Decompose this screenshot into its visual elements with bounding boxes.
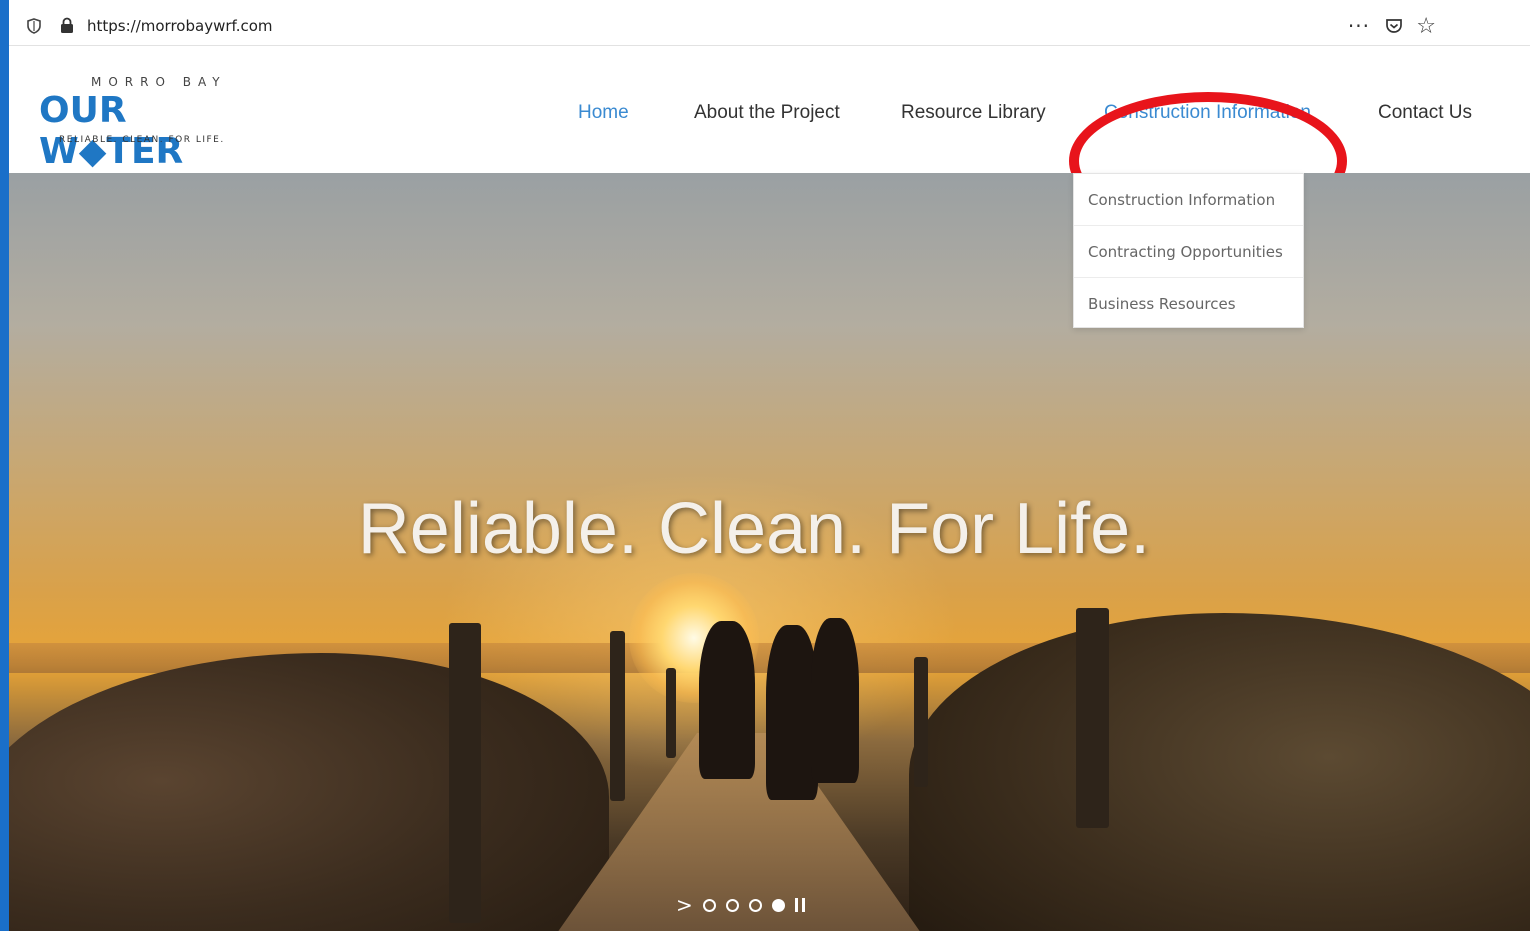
fence-post bbox=[1076, 608, 1109, 828]
nav-construction-information[interactable]: Construction Information bbox=[1104, 102, 1311, 124]
browser-window: https://morrobaywrf.com ··· ☆ MORRO BAY … bbox=[9, 0, 1530, 931]
dropdown-item-contracting-opportunities[interactable]: Contracting Opportunities bbox=[1074, 226, 1303, 278]
site-header: MORRO BAY OUR W◆TER RELIABLE. CLEAN. FOR… bbox=[9, 47, 1530, 230]
nav-about-the-project[interactable]: About the Project bbox=[694, 102, 840, 124]
fence-post bbox=[610, 631, 625, 801]
shield-icon[interactable] bbox=[27, 18, 41, 34]
bookmark-star-icon[interactable]: ☆ bbox=[1416, 14, 1436, 39]
pocket-icon[interactable] bbox=[1384, 16, 1404, 36]
fence-post bbox=[666, 668, 676, 758]
hero-title: Reliable. Clean. For Life. bbox=[357, 489, 1151, 569]
dropdown-item-construction-information[interactable]: Construction Information bbox=[1074, 174, 1303, 226]
more-options-icon[interactable]: ··· bbox=[1348, 14, 1370, 38]
person-silhouette bbox=[699, 621, 755, 779]
logo-tagline: RELIABLE. CLEAN. FOR LIFE. bbox=[59, 135, 225, 145]
slider-pause-icon[interactable] bbox=[794, 898, 805, 912]
fence-post bbox=[914, 657, 928, 787]
person-silhouette bbox=[811, 618, 859, 783]
nav-home[interactable]: Home bbox=[578, 102, 629, 124]
nav-resource-library[interactable]: Resource Library bbox=[901, 102, 1046, 124]
slider-dot[interactable] bbox=[725, 898, 739, 912]
fence-post bbox=[449, 623, 481, 923]
slider-dot-active[interactable] bbox=[771, 898, 785, 912]
logo-top-text: MORRO BAY bbox=[91, 75, 227, 89]
slider-controls: > bbox=[676, 892, 805, 918]
slider-next-icon[interactable]: > bbox=[676, 895, 693, 915]
construction-dropdown-menu: Construction Information Contracting Opp… bbox=[1073, 173, 1304, 328]
lock-icon[interactable] bbox=[60, 17, 74, 33]
site-logo[interactable]: MORRO BAY OUR W◆TER RELIABLE. CLEAN. FOR… bbox=[39, 75, 269, 172]
slider-dot[interactable] bbox=[748, 898, 762, 912]
nav-contact-us[interactable]: Contact Us bbox=[1378, 102, 1472, 124]
dunes-right bbox=[909, 613, 1530, 931]
dunes-left bbox=[9, 653, 609, 931]
url-text[interactable]: https://morrobaywrf.com bbox=[87, 17, 273, 35]
logo-main-text: OUR W◆TER bbox=[39, 90, 184, 172]
slider-dot[interactable] bbox=[702, 898, 716, 912]
url-bar[interactable]: https://morrobaywrf.com ··· ☆ bbox=[9, 6, 1530, 46]
dropdown-item-business-resources[interactable]: Business Resources bbox=[1074, 278, 1303, 330]
